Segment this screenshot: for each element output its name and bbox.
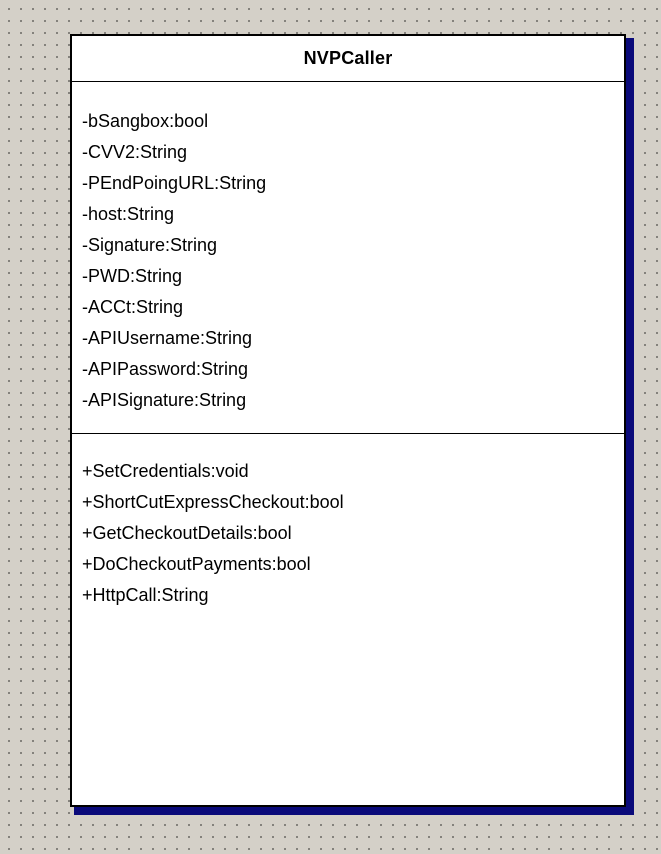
attribute-cvv2: -CVV2:String bbox=[82, 142, 188, 162]
method-getcheckoutdetails: +GetCheckoutDetails:bool bbox=[82, 523, 292, 543]
method-docheckoutpayments: +DoCheckoutPayments:bool bbox=[82, 554, 311, 574]
attribute-host: -host:String bbox=[82, 204, 175, 224]
attribute-pwd: -PWD:String bbox=[82, 266, 183, 286]
attribute-apisignature: -APISignature:String bbox=[82, 390, 247, 410]
attributes-compartment: -bSangbox:bool -CVV2:String -PEndPoingUR… bbox=[72, 82, 624, 434]
uml-class-nvpcaller[interactable]: NVPCaller -bSangbox:bool -CVV2:String -P… bbox=[70, 34, 626, 807]
attribute-apipassword: -APIPassword:String bbox=[82, 359, 249, 379]
diagram-canvas: NVPCaller -bSangbox:bool -CVV2:String -P… bbox=[0, 0, 661, 854]
method-setcredentials: +SetCredentials:void bbox=[82, 461, 249, 481]
attribute-acct: -ACCt:String bbox=[82, 297, 184, 317]
class-name-compartment: NVPCaller bbox=[72, 36, 624, 82]
attribute-signature: -Signature:String bbox=[82, 235, 218, 255]
method-httpcall: +HttpCall:String bbox=[82, 585, 209, 605]
attribute-bsangbox: -bSangbox:bool bbox=[82, 111, 209, 131]
class-name: NVPCaller bbox=[303, 48, 393, 68]
attribute-apiusername: -APIUsername:String bbox=[82, 328, 253, 348]
methods-compartment: +SetCredentials:void +ShortCutExpressChe… bbox=[72, 434, 624, 611]
attribute-pendpoingurl: -PEndPoingURL:String bbox=[82, 173, 267, 193]
method-shortcutexpresscheckout: +ShortCutExpressCheckout:bool bbox=[82, 492, 344, 512]
